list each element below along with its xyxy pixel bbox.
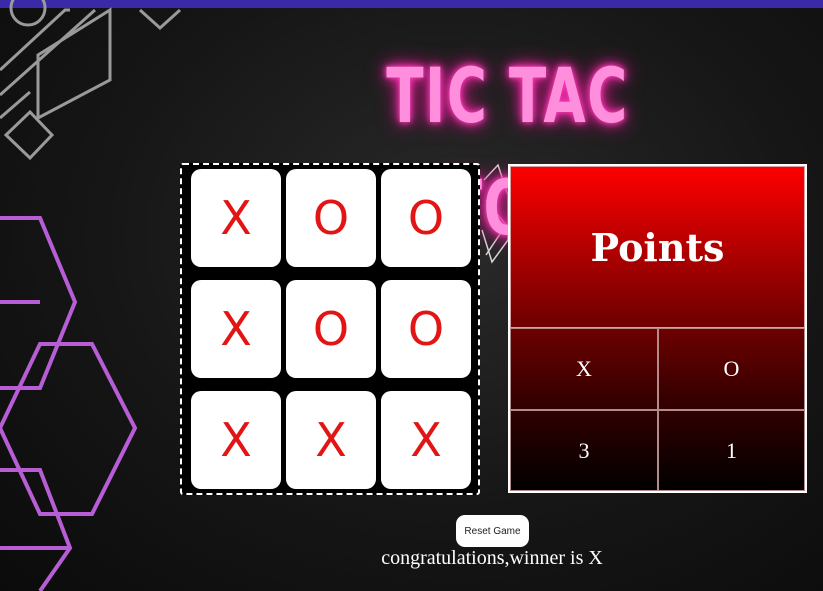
board-cell-6[interactable]: O (381, 280, 471, 378)
game-board: X O O X O O X X X (180, 163, 480, 495)
winner-message: congratulations,winner is X (381, 547, 603, 569)
points-score-x: 3 (510, 410, 658, 491)
board-cell-1[interactable]: X (191, 169, 281, 267)
points-header-o: O (658, 328, 805, 410)
board-cell-2[interactable]: O (286, 169, 376, 267)
game-title: TIC TAC TOE (386, 51, 629, 252)
reset-game-button[interactable]: Reset Game (456, 515, 529, 547)
points-title: Points (510, 166, 805, 328)
points-score-o: 1 (658, 410, 805, 491)
points-header-x: X (510, 328, 658, 410)
board-cell-3[interactable]: O (381, 169, 471, 267)
points-panel: Points X O 3 1 (508, 164, 807, 493)
board-cell-4[interactable]: X (191, 280, 281, 378)
board-cell-5[interactable]: O (286, 280, 376, 378)
purple-hexagon-lines (0, 216, 138, 591)
grey-geometric-lines (0, 0, 182, 161)
board-cell-9[interactable]: X (381, 391, 471, 489)
board-cell-8[interactable]: X (286, 391, 376, 489)
board-cell-7[interactable]: X (191, 391, 281, 489)
